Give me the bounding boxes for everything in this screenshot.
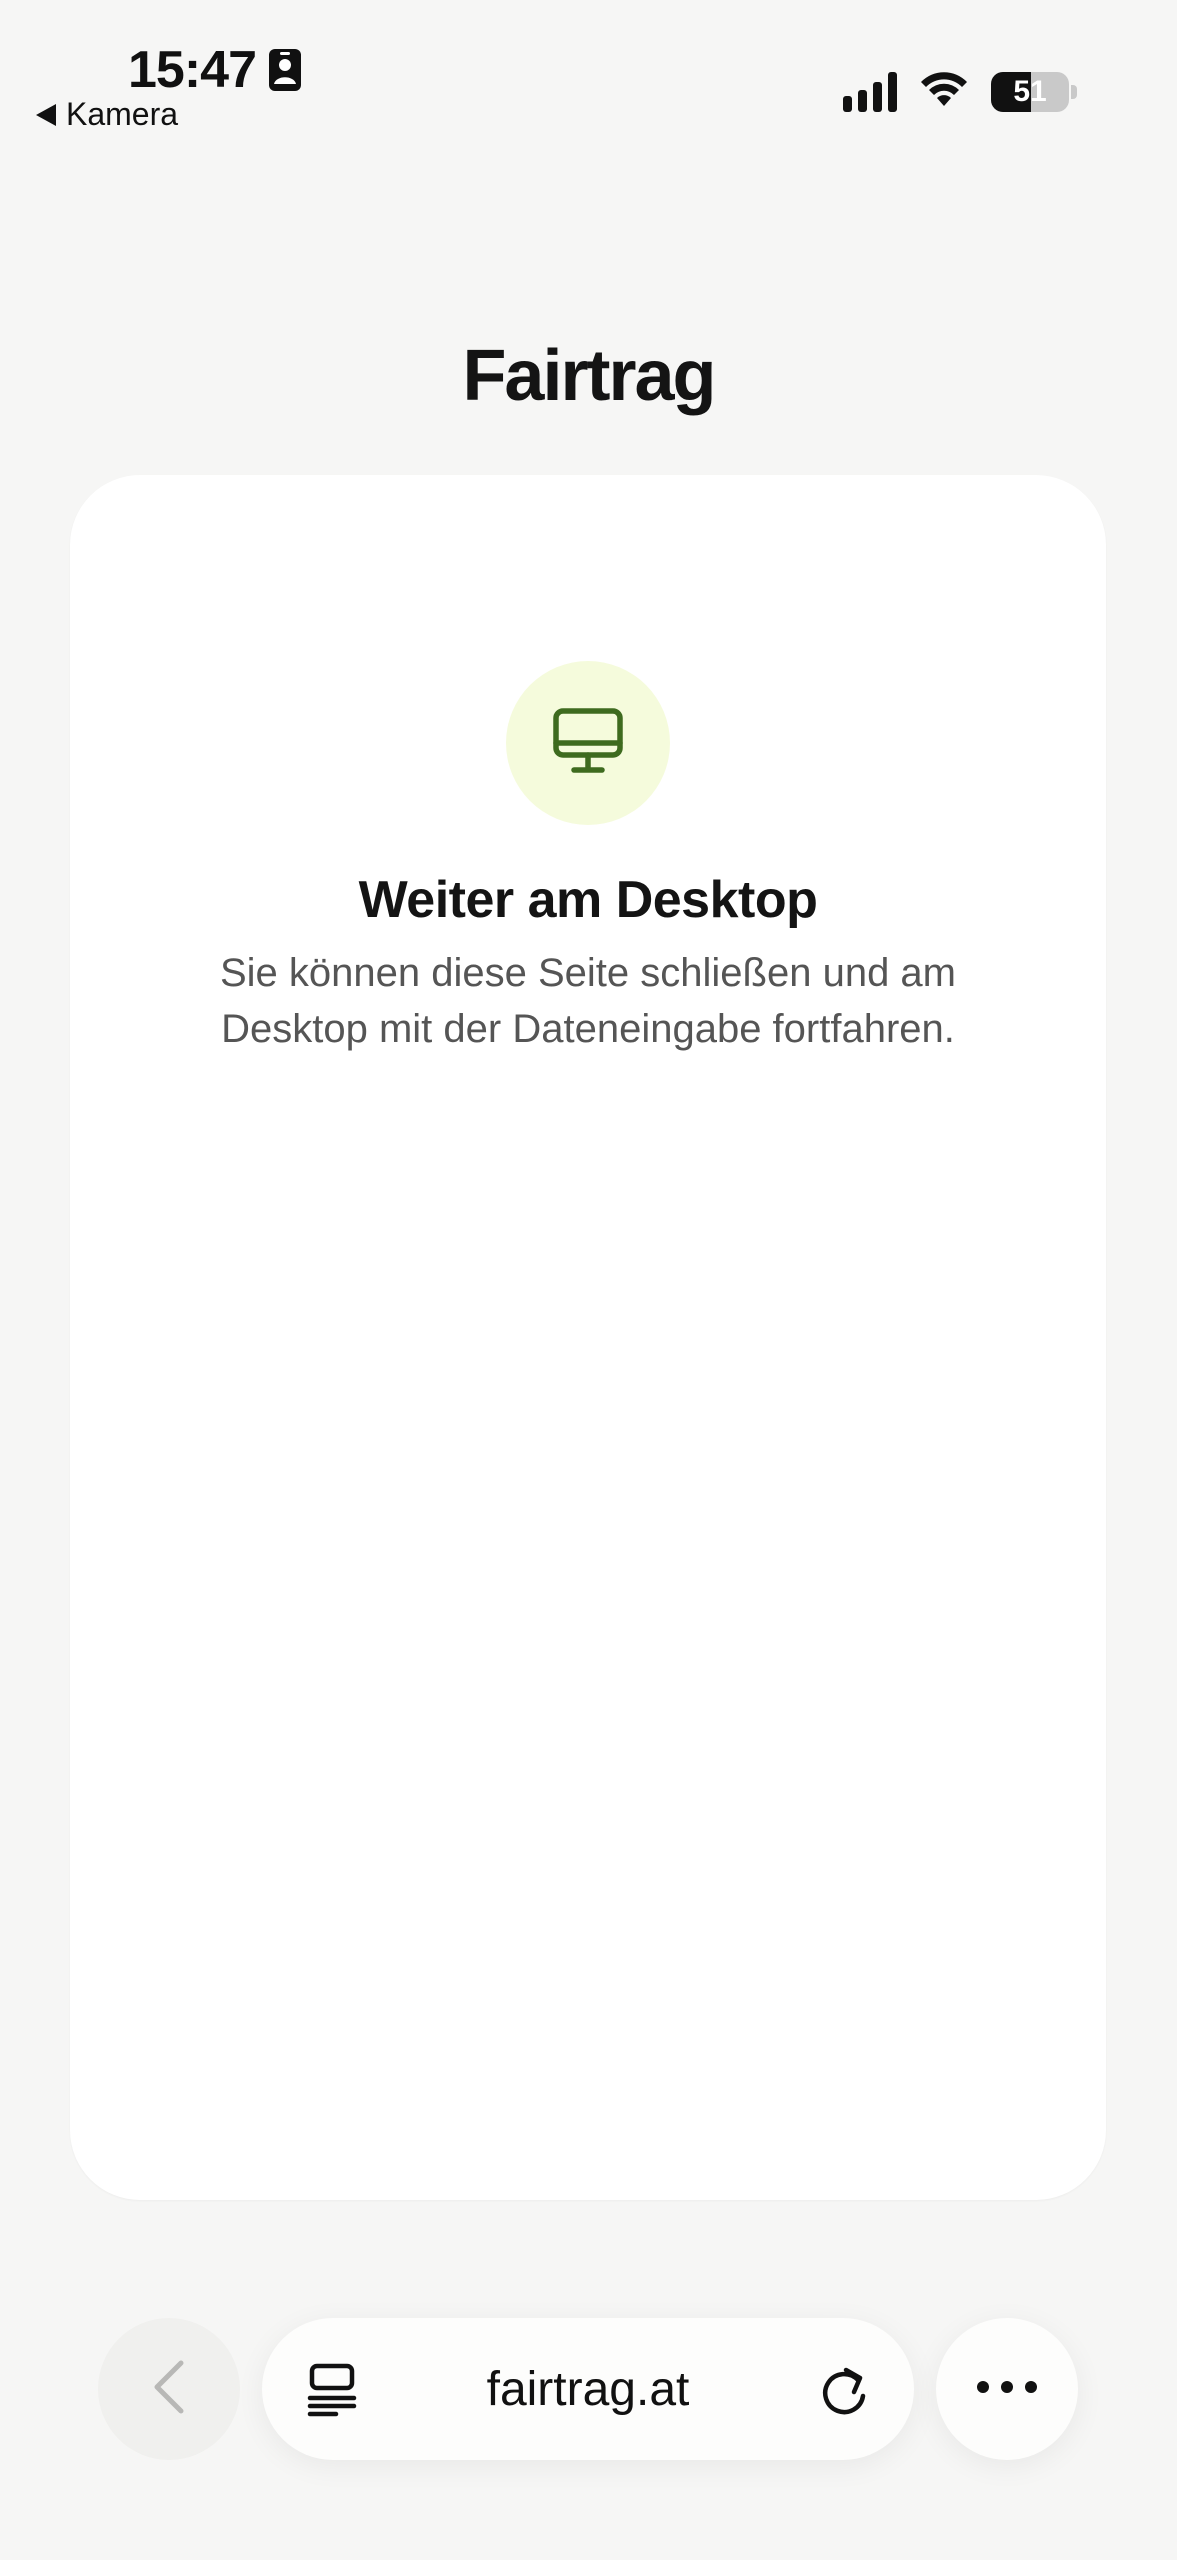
monitor-icon	[552, 707, 624, 780]
back-to-app-link[interactable]: Kamera	[36, 96, 178, 133]
info-card: Weiter am Desktop Sie können diese Seite…	[70, 475, 1106, 2200]
back-app-label: Kamera	[66, 96, 179, 132]
address-bar[interactable]: fairtrag.at	[262, 2318, 914, 2460]
more-horizontal-icon	[975, 2379, 1039, 2400]
cellular-signal-icon	[843, 71, 897, 112]
browser-back-button[interactable]	[98, 2318, 240, 2460]
battery-icon: 51	[991, 71, 1069, 112]
url-text[interactable]: fairtrag.at	[262, 2362, 914, 2417]
chevron-left-icon	[149, 2357, 189, 2422]
status-time-text: 15:47	[128, 41, 257, 99]
contact-card-icon	[268, 48, 302, 92]
more-options-button[interactable]	[936, 2318, 1078, 2460]
icon-badge	[506, 661, 670, 825]
card-description: Sie können diese Seite schließen und am …	[219, 951, 956, 1051]
wifi-icon	[919, 70, 969, 113]
status-indicators: 51	[843, 70, 1077, 113]
battery-level: 51	[1013, 74, 1047, 108]
reload-icon[interactable]	[818, 2362, 870, 2423]
card-title: Weiter am Desktop	[358, 871, 818, 929]
back-triangle-icon	[36, 103, 56, 126]
status-time: 15:47	[128, 40, 302, 100]
brand-logo: Fairtrag	[462, 336, 716, 416]
